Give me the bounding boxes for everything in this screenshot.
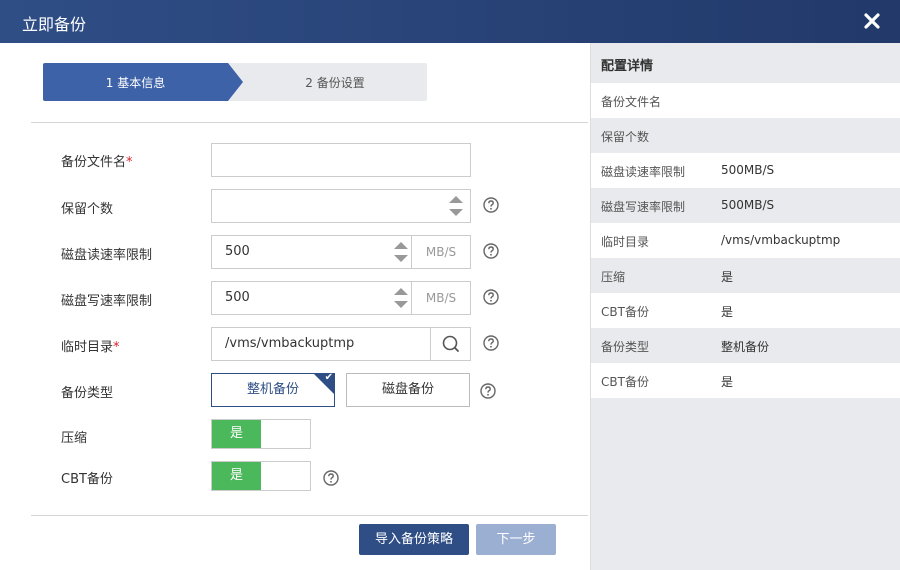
dialog-titlebar: 立即备份 bbox=[0, 0, 900, 43]
compression-toggle[interactable]: 是 bbox=[211, 419, 311, 449]
backup-type-full-machine[interactable]: 整机备份 ✔ bbox=[211, 372, 335, 407]
divider-top bbox=[31, 122, 588, 123]
search-icon bbox=[442, 335, 459, 352]
required-mark: * bbox=[113, 340, 120, 355]
detail-value: 是 bbox=[721, 305, 734, 319]
caret-down-icon[interactable] bbox=[394, 301, 408, 308]
retention-count-stepper[interactable] bbox=[442, 190, 470, 222]
cbt-backup-toggle[interactable]: 是 bbox=[211, 461, 311, 491]
disk-read-limit-input[interactable]: 500 MB/S bbox=[211, 235, 471, 269]
question-circle-icon[interactable] bbox=[323, 470, 339, 486]
detail-value: 整机备份 bbox=[721, 340, 770, 354]
disk-write-limit-input[interactable]: 500 MB/S bbox=[211, 281, 471, 315]
next-button[interactable]: 下一步 bbox=[476, 524, 556, 555]
config-details-panel: 配置详情 备份文件名 保留个数 磁盘读速率限制 500MB/S 磁盘写速率限制 … bbox=[590, 43, 900, 570]
retention-count-label: 保留个数 bbox=[61, 202, 114, 217]
backup-type-label: 备份类型 bbox=[61, 386, 114, 401]
backup-filename-label: 备份文件名* bbox=[61, 155, 133, 170]
disk-write-limit-unit: MB/S bbox=[411, 282, 470, 314]
question-circle-icon[interactable] bbox=[480, 383, 496, 399]
backup-type-disk[interactable]: 磁盘备份 bbox=[346, 373, 470, 407]
disk-read-limit-label: 磁盘读速率限制 bbox=[61, 248, 153, 263]
tab-backup-settings[interactable]: 2 备份设置 bbox=[243, 74, 427, 91]
detail-value: 是 bbox=[721, 375, 734, 389]
detail-key: 磁盘读速率限制 bbox=[601, 165, 686, 179]
backup-type-disk-label: 磁盘备份 bbox=[381, 382, 434, 397]
caret-up-icon[interactable] bbox=[394, 288, 408, 295]
detail-key: 压缩 bbox=[601, 270, 626, 284]
detail-key: CBT备份 bbox=[601, 375, 649, 389]
detail-row: 压缩 是 bbox=[591, 258, 900, 293]
detail-row: 磁盘读速率限制 500MB/S bbox=[591, 153, 900, 188]
divider-bottom bbox=[31, 515, 588, 516]
detail-key: 临时目录 bbox=[601, 235, 650, 249]
caret-up-icon[interactable] bbox=[394, 242, 408, 249]
temp-dir-input[interactable]: /vms/vmbackuptmp bbox=[211, 327, 471, 361]
temp-dir-label: 临时目录* bbox=[61, 340, 120, 355]
question-circle-icon[interactable] bbox=[483, 289, 499, 305]
detail-row: 保留个数 bbox=[591, 118, 900, 153]
caret-up-icon[interactable] bbox=[449, 196, 463, 203]
detail-row: 磁盘写速率限制 500MB/S bbox=[591, 188, 900, 223]
detail-key: 备份文件名 bbox=[601, 95, 662, 109]
disk-write-limit-label: 磁盘写速率限制 bbox=[61, 294, 153, 309]
cbt-backup-label: CBT备份 bbox=[61, 472, 113, 487]
question-circle-icon[interactable] bbox=[483, 197, 499, 213]
detail-row: CBT备份 是 bbox=[591, 363, 900, 398]
detail-key: CBT备份 bbox=[601, 305, 649, 319]
disk-write-limit-value: 500 bbox=[225, 290, 250, 305]
detail-row: CBT备份 是 bbox=[591, 293, 900, 328]
backup-type-full-machine-label: 整机备份 bbox=[246, 382, 299, 397]
question-circle-icon[interactable] bbox=[483, 243, 499, 259]
retention-count-input[interactable] bbox=[211, 189, 471, 223]
question-circle-icon[interactable] bbox=[483, 335, 499, 351]
close-icon[interactable] bbox=[860, 8, 884, 34]
caret-down-icon[interactable] bbox=[449, 209, 463, 216]
disk-read-limit-unit: MB/S bbox=[411, 236, 470, 268]
wizard-steps: 1 基本信息 2 备份设置 bbox=[43, 63, 427, 101]
dialog-title: 立即备份 bbox=[22, 15, 87, 34]
compression-label: 压缩 bbox=[61, 431, 88, 446]
temp-dir-value: /vms/vmbackuptmp bbox=[225, 336, 355, 351]
tab-basic-info[interactable]: 1 基本信息 bbox=[43, 74, 228, 91]
detail-value: 500MB/S bbox=[721, 198, 775, 212]
detail-key: 磁盘写速率限制 bbox=[601, 200, 686, 214]
required-mark: * bbox=[126, 155, 133, 170]
import-policy-button[interactable]: 导入备份策略 bbox=[359, 524, 469, 555]
detail-row: 临时目录 /vms/vmbackuptmp bbox=[591, 223, 900, 258]
disk-read-limit-value: 500 bbox=[225, 244, 250, 259]
config-details-title: 配置详情 bbox=[601, 59, 654, 74]
detail-value: 500MB/S bbox=[721, 163, 775, 177]
backup-filename-input[interactable] bbox=[211, 143, 471, 177]
detail-row: 备份类型 整机备份 bbox=[591, 328, 900, 363]
temp-dir-browse-button[interactable] bbox=[430, 328, 470, 360]
compression-toggle-on: 是 bbox=[212, 420, 261, 448]
detail-row: 备份文件名 bbox=[591, 83, 900, 118]
detail-value: /vms/vmbackuptmp bbox=[721, 233, 841, 247]
cbt-backup-toggle-on: 是 bbox=[212, 462, 261, 490]
check-icon: ✔ bbox=[324, 372, 333, 383]
detail-value: 是 bbox=[721, 270, 734, 284]
caret-down-icon[interactable] bbox=[394, 255, 408, 262]
detail-key: 保留个数 bbox=[601, 130, 650, 144]
detail-key: 备份类型 bbox=[601, 340, 650, 354]
